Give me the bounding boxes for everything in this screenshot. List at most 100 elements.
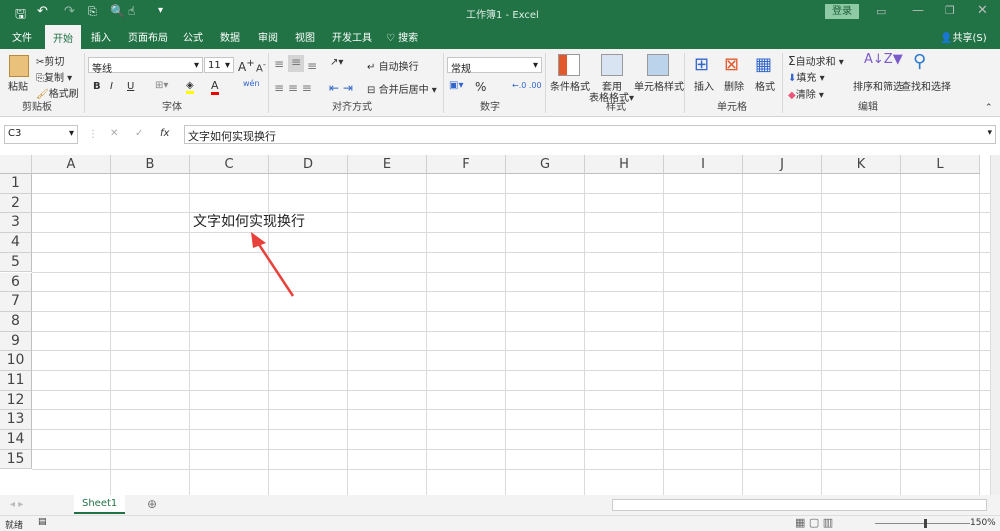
- tab-file[interactable]: 文件: [12, 29, 32, 44]
- minimize-icon[interactable]: —: [912, 3, 924, 17]
- font-size-select[interactable]: 11 ▾: [204, 57, 234, 73]
- sort-filter-button[interactable]: 排序和筛选: [853, 78, 903, 93]
- column-header[interactable]: H: [585, 155, 664, 174]
- find-select-button[interactable]: 查找和选择: [901, 78, 951, 93]
- fill-color-icon[interactable]: ◈: [186, 80, 194, 94]
- sheet-nav-icons[interactable]: ◂ ▸: [10, 499, 23, 510]
- decimal-icons[interactable]: ←.0 .00: [512, 81, 542, 90]
- column-header[interactable]: D: [269, 155, 348, 174]
- row-header[interactable]: 11: [0, 371, 32, 391]
- borders-icon[interactable]: ⊞▾: [155, 80, 168, 91]
- zoom-slider-thumb[interactable]: [924, 519, 927, 528]
- column-header[interactable]: C: [190, 155, 269, 174]
- conditional-format-button[interactable]: 条件格式: [550, 78, 590, 93]
- row-header[interactable]: 8: [0, 311, 32, 332]
- spreadsheet-grid[interactable]: A B C D E F G H I J K L 1 2 3 4 5 6 7 8 9 10 11 12 13 14 15 文字如何实现换…: [0, 155, 990, 495]
- format-cells-button[interactable]: 格式: [755, 78, 775, 93]
- collapse-ribbon-icon[interactable]: ⌃: [985, 103, 993, 113]
- column-header[interactable]: I: [664, 155, 743, 174]
- row-header[interactable]: 10: [0, 351, 32, 371]
- touch-mode-icon[interactable]: ☝: [128, 4, 135, 18]
- customize-toolbar-icon[interactable]: ▾: [158, 5, 163, 16]
- row-header[interactable]: 3: [0, 213, 32, 234]
- ribbon-display-icon[interactable]: ▭: [876, 5, 886, 18]
- row-header[interactable]: 1: [0, 174, 32, 194]
- row-header[interactable]: 4: [0, 233, 32, 253]
- delete-cells-button[interactable]: 删除: [724, 78, 744, 93]
- row-header[interactable]: 15: [0, 449, 32, 470]
- copy-button[interactable]: ⎘复制 ▾: [36, 69, 72, 84]
- cut-button[interactable]: ✂剪切: [36, 53, 64, 68]
- name-box[interactable]: C3 ▾: [4, 125, 78, 144]
- share-button[interactable]: 👤共享(S): [940, 29, 987, 44]
- column-header[interactable]: K: [822, 155, 901, 174]
- shrink-font-icon[interactable]: A-: [256, 59, 266, 74]
- print-preview-icon[interactable]: 🔍: [110, 4, 125, 18]
- paste-button[interactable]: 粘贴: [8, 78, 28, 93]
- tab-formulas[interactable]: 公式: [183, 29, 203, 44]
- copy-icon[interactable]: ⎘: [88, 5, 97, 19]
- zoom-slider[interactable]: [875, 523, 970, 524]
- column-header[interactable]: E: [348, 155, 427, 174]
- percent-button[interactable]: %: [475, 80, 486, 94]
- align-middle-icon[interactable]: ≡: [288, 55, 304, 72]
- orientation-icon[interactable]: ↗▾: [330, 57, 343, 68]
- add-sheet-icon[interactable]: ⊕: [147, 497, 157, 511]
- tab-insert[interactable]: 插入: [91, 29, 111, 44]
- sheet-tab-sheet1[interactable]: Sheet1: [74, 495, 126, 514]
- align-top-icon[interactable]: ≡: [274, 57, 284, 71]
- autosum-button[interactable]: Σ自动求和 ▾: [788, 53, 844, 68]
- tab-home[interactable]: 开始: [45, 25, 81, 49]
- row-header[interactable]: 7: [0, 292, 32, 312]
- redo-icon[interactable]: ↷: [64, 4, 75, 19]
- align-bottom-icon[interactable]: ≡: [307, 59, 317, 73]
- bold-button[interactable]: B: [93, 81, 101, 92]
- tab-page-layout[interactable]: 页面布局: [128, 29, 168, 44]
- row-header[interactable]: 12: [0, 390, 32, 411]
- row-header[interactable]: 5: [0, 252, 32, 273]
- row-header[interactable]: 14: [0, 430, 32, 450]
- restore-icon[interactable]: ❐: [945, 4, 955, 17]
- close-icon[interactable]: ✕: [977, 3, 988, 18]
- number-format-select[interactable]: 常规 ▾: [447, 57, 542, 75]
- cell-C3[interactable]: 文字如何实现换行: [193, 213, 305, 233]
- tab-data[interactable]: 数据: [220, 29, 240, 44]
- column-header[interactable]: F: [427, 155, 506, 174]
- view-mode-icons[interactable]: ▦ ▢ ▥: [795, 516, 833, 529]
- column-header[interactable]: B: [111, 155, 190, 174]
- select-all-corner[interactable]: [0, 155, 32, 174]
- clear-button[interactable]: ◆清除 ▾: [788, 86, 824, 101]
- tab-view[interactable]: 视图: [295, 29, 315, 44]
- row-header[interactable]: 13: [0, 410, 32, 431]
- italic-button[interactable]: I: [110, 81, 113, 92]
- column-header[interactable]: L: [901, 155, 980, 174]
- horizontal-scrollbar[interactable]: [612, 499, 987, 511]
- grow-font-icon[interactable]: A+: [238, 58, 255, 74]
- font-color-icon[interactable]: A: [211, 79, 219, 95]
- tab-review[interactable]: 审阅: [258, 29, 278, 44]
- insert-cells-button[interactable]: 插入: [694, 78, 714, 93]
- formula-input[interactable]: 文字如何实现换行 ▾: [184, 125, 996, 144]
- cancel-icon[interactable]: ✕: [110, 128, 118, 139]
- macro-record-icon[interactable]: ▤: [38, 517, 47, 527]
- search-box[interactable]: ♡ 搜索: [386, 29, 418, 44]
- login-button[interactable]: 登录: [825, 4, 859, 19]
- cell-styles-button[interactable]: 单元格样式: [634, 78, 684, 93]
- fill-button[interactable]: ⬇填充 ▾: [788, 69, 825, 84]
- vertical-scrollbar[interactable]: [990, 155, 1000, 495]
- font-name-select[interactable]: 等线 ▾: [88, 57, 203, 75]
- underline-button[interactable]: U: [127, 81, 134, 92]
- indent-icons[interactable]: ⇤ ⇥: [329, 81, 353, 95]
- accounting-icon[interactable]: ▣▾: [449, 80, 463, 91]
- column-header[interactable]: G: [506, 155, 585, 174]
- zoom-level[interactable]: 150%: [970, 518, 996, 528]
- phonetic-icon[interactable]: wén: [243, 79, 260, 88]
- insert-function-button[interactable]: fx: [160, 128, 169, 139]
- undo-icon[interactable]: ↶: [37, 4, 48, 19]
- row-header[interactable]: 6: [0, 272, 32, 293]
- tab-developer[interactable]: 开发工具: [332, 29, 372, 44]
- merge-center-button[interactable]: ⊟ 合并后居中 ▾: [367, 81, 437, 96]
- wrap-text-button[interactable]: ↵ 自动换行: [367, 58, 419, 73]
- paste-icon[interactable]: [9, 55, 29, 77]
- column-header[interactable]: J: [743, 155, 822, 174]
